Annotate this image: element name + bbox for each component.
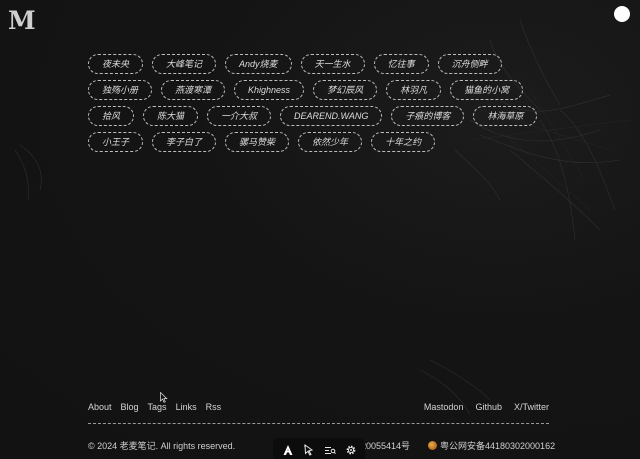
footer-link-rss[interactable]: Rss — [206, 402, 222, 412]
friend-link-pill[interactable]: 十年之约 — [371, 132, 436, 152]
floating-devtools-toolbar — [273, 438, 365, 459]
friend-link-pill[interactable]: 大峰笔记 — [152, 54, 217, 74]
friend-link-pill[interactable]: 沉舟侧畔 — [437, 54, 502, 74]
friend-link-pill[interactable]: 依然少年 — [298, 132, 363, 152]
footer-nav-left: About Blog Tags Links Rss — [88, 402, 221, 412]
friend-link-pill[interactable]: 子痕的博客 — [391, 106, 465, 126]
friend-link-pill[interactable]: 梦幻辰风 — [313, 80, 378, 100]
footer-link-blog[interactable]: Blog — [121, 402, 139, 412]
footer-nav: About Blog Tags Links Rss Mastodon Githu… — [88, 402, 549, 416]
friend-link-pill[interactable]: 林海草原 — [473, 106, 538, 126]
friend-link-pill[interactable]: 骡马赞柴 — [225, 132, 290, 152]
police-record-text: 粤公网安备44180302000162 — [440, 441, 556, 451]
theme-toggle-button[interactable] — [614, 6, 630, 22]
cursor-a-icon[interactable] — [280, 442, 296, 458]
friend-link-pill[interactable]: 天一生水 — [300, 54, 365, 74]
friend-link-pill[interactable]: 猫鱼的小窝 — [450, 80, 524, 100]
friend-link-pill[interactable]: Khighness — [234, 80, 305, 100]
footer-divider — [88, 423, 549, 424]
footer-link-tags[interactable]: Tags — [148, 402, 167, 412]
footer-link-x-twitter[interactable]: X/Twitter — [514, 402, 549, 412]
friend-link-pill[interactable]: 李子白了 — [152, 132, 217, 152]
footer-link-github[interactable]: Github — [475, 402, 502, 412]
friend-link-pill[interactable]: 陈大猫 — [143, 106, 199, 126]
footer-link-mastodon[interactable]: Mastodon — [424, 402, 464, 412]
friend-link-pill[interactable]: 忆往事 — [373, 54, 429, 74]
footer-nav-right: Mastodon Github X/Twitter — [424, 402, 549, 412]
inspect-list-icon[interactable] — [322, 442, 338, 458]
footer-link-links[interactable]: Links — [176, 402, 197, 412]
friend-link-pill[interactable]: 夜未央 — [88, 54, 144, 74]
mouse-cursor-icon — [160, 392, 168, 403]
pointer-select-icon[interactable] — [301, 442, 317, 458]
friend-link-pill[interactable]: Andy烧麦 — [225, 54, 292, 74]
friend-link-pill[interactable]: 拾风 — [88, 106, 135, 126]
site-logo[interactable]: M — [8, 6, 36, 35]
friend-link-pill[interactable]: 林羽凡 — [386, 80, 442, 100]
page: M 夜未央 大峰笔记 Andy烧麦 天一生水 忆往事 沉舟侧畔独殇小册 燕渡寒潭 Khighn… — [0, 0, 640, 459]
friend-link-pill[interactable]: 一介大叔 — [207, 106, 272, 126]
friend-link-pill[interactable]: 小王子 — [88, 132, 144, 152]
copyright-text: © 2024 老麦笔记. All rights reserved. — [88, 441, 236, 451]
settings-gear-icon[interactable] — [343, 442, 359, 458]
police-record-link[interactable]: 粤公网安备44180302000162 — [428, 439, 555, 452]
friend-link-pill[interactable]: 独殇小册 — [88, 80, 153, 100]
friend-link-pill[interactable]: DEAREND.WANG — [280, 106, 383, 126]
friend-link-pill[interactable]: 燕渡寒潭 — [161, 80, 226, 100]
police-badge-icon — [428, 441, 437, 450]
friend-links-cloud: 夜未央 大峰笔记 Andy烧麦 天一生水 忆往事 沉舟侧畔独殇小册 燕渡寒潭 Khighnes… — [88, 54, 548, 152]
footer-link-about[interactable]: About — [88, 402, 112, 412]
